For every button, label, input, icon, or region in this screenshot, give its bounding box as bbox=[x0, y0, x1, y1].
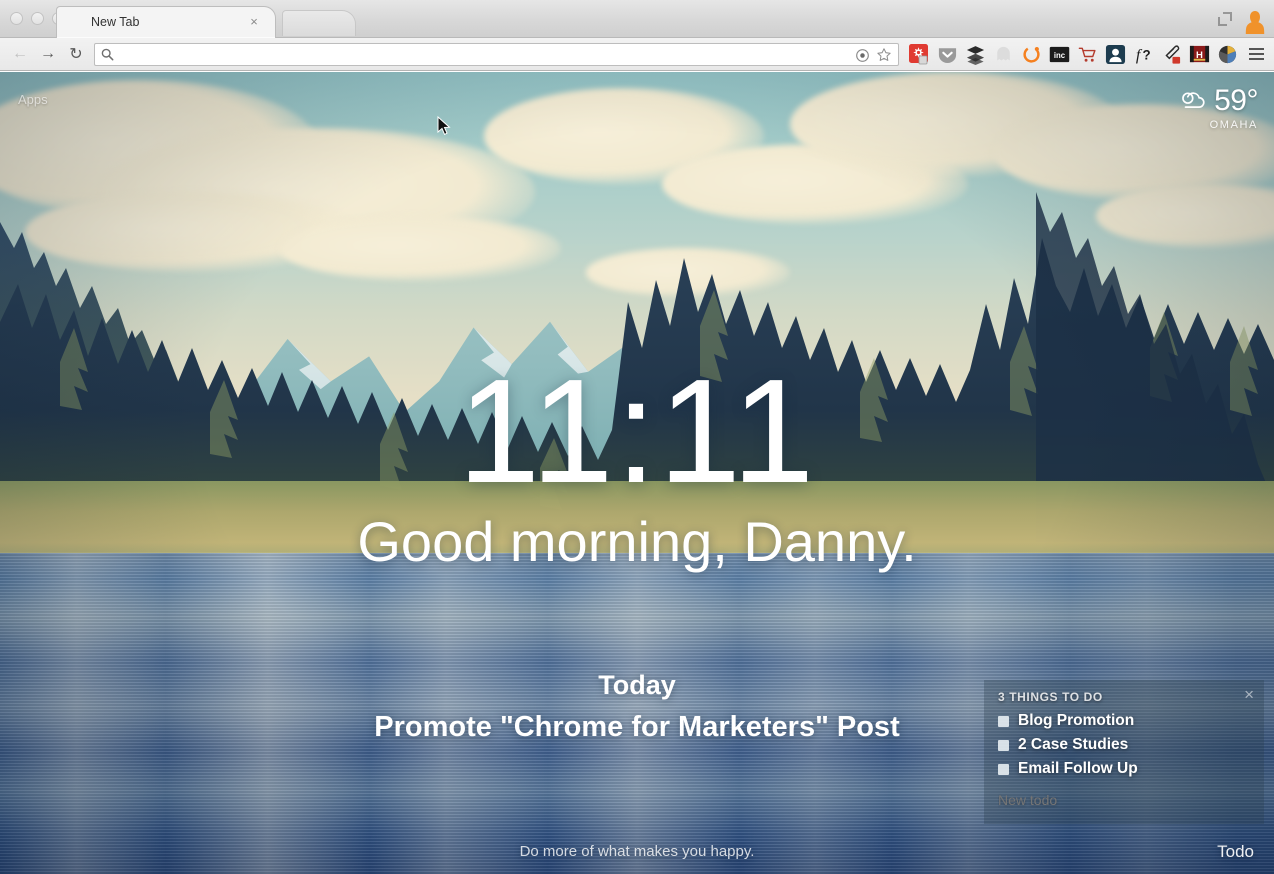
profile-avatar[interactable] bbox=[1242, 4, 1268, 34]
reload-button[interactable]: ↻ bbox=[62, 41, 90, 67]
forward-button[interactable]: → bbox=[34, 41, 62, 67]
todo-item[interactable]: Blog Promotion bbox=[998, 712, 1250, 730]
function-help-extension-icon[interactable]: f ? bbox=[1133, 44, 1154, 65]
clock-time: 11:11 bbox=[457, 349, 817, 514]
todo-panel-close-icon[interactable]: × bbox=[1244, 686, 1254, 703]
svg-text:inc: inc bbox=[1054, 51, 1066, 60]
bookmark-star-icon[interactable] bbox=[876, 47, 892, 63]
todo-item[interactable]: Email Follow Up bbox=[998, 760, 1250, 778]
tab-title: New Tab bbox=[91, 15, 140, 29]
minimize-window-button[interactable] bbox=[31, 12, 44, 25]
hubspot-sprocket-extension-icon[interactable] bbox=[1021, 44, 1042, 65]
todo-checkbox[interactable] bbox=[998, 739, 1009, 751]
tagline-text: Do more of what makes you happy. bbox=[519, 843, 755, 860]
inc-magazine-extension-icon[interactable]: inc bbox=[1049, 44, 1070, 65]
weather-city: OMAHA bbox=[1209, 119, 1258, 131]
apps-shortcut-link[interactable]: Apps bbox=[18, 92, 48, 107]
eyedropper-extension-icon[interactable] bbox=[1161, 44, 1182, 65]
address-bar[interactable] bbox=[94, 42, 899, 67]
evernote-web-clipper-extension-icon[interactable] bbox=[909, 43, 930, 65]
cloud-icon bbox=[1178, 90, 1208, 112]
chrome-menu-button[interactable] bbox=[1244, 42, 1268, 66]
clock-greeting-block: 11:11 Good morning, Danny. bbox=[0, 349, 1274, 574]
todo-item-label: 2 Case Studies bbox=[1018, 736, 1129, 753]
omnibox-input[interactable] bbox=[120, 47, 892, 61]
greeting-text: Good morning, Danny. bbox=[357, 509, 917, 573]
window-right-controls bbox=[1216, 4, 1268, 34]
back-button[interactable]: ← bbox=[6, 41, 34, 67]
shopping-cart-extension-icon[interactable] bbox=[1077, 44, 1098, 65]
todo-panel: 3 THINGS TO DO × Blog Promotion 2 Case S… bbox=[984, 680, 1264, 824]
todo-checkbox[interactable] bbox=[998, 715, 1009, 727]
todo-checkbox[interactable] bbox=[998, 763, 1009, 775]
ghostery-extension-icon[interactable] bbox=[993, 44, 1014, 65]
todo-item-label: Blog Promotion bbox=[1018, 712, 1135, 729]
mouse-cursor bbox=[437, 116, 451, 136]
browser-toolbar: ← → ↻ inc f ? H bbox=[0, 38, 1274, 71]
pocket-extension-icon[interactable] bbox=[937, 44, 958, 65]
close-window-button[interactable] bbox=[10, 12, 23, 25]
extension-toolbar: inc f ? H bbox=[905, 43, 1238, 65]
todo-item[interactable]: 2 Case Studies bbox=[998, 736, 1250, 754]
ntp-overlay: Apps 59° OMAHA 11:11 Good morning, Danny… bbox=[0, 72, 1274, 874]
fullscreen-icon[interactable] bbox=[1216, 10, 1234, 28]
svg-text:?: ? bbox=[1143, 47, 1151, 62]
color-wheel-extension-icon[interactable] bbox=[1217, 44, 1238, 65]
new-tab-button[interactable] bbox=[282, 10, 356, 36]
todo-item-label: Email Follow Up bbox=[1018, 760, 1138, 777]
weather-widget[interactable]: 59° OMAHA bbox=[1178, 84, 1258, 131]
todo-panel-heading: 3 THINGS TO DO bbox=[998, 690, 1103, 704]
weather-temperature: 59° bbox=[1214, 84, 1258, 117]
todo-toggle-link[interactable]: Todo bbox=[1217, 842, 1254, 862]
hubspot-sales-extension-icon[interactable]: H bbox=[1189, 44, 1210, 65]
search-icon bbox=[101, 48, 114, 61]
new-todo-input[interactable] bbox=[998, 792, 1250, 808]
rapportive-extension-icon[interactable] bbox=[1105, 44, 1126, 65]
tab-close-icon[interactable]: × bbox=[247, 15, 261, 29]
browser-tab-new-tab[interactable]: New Tab × bbox=[56, 6, 276, 38]
new-tab-page: Apps 59° OMAHA 11:11 Good morning, Danny… bbox=[0, 72, 1274, 874]
chrome-browser-window: New Tab × ← → ↻ inc f ? H Apps 59° OMAHA… bbox=[0, 0, 1274, 874]
target-icon[interactable] bbox=[855, 48, 870, 63]
omnibox-actions bbox=[855, 44, 898, 67]
buffer-extension-icon[interactable] bbox=[965, 44, 986, 65]
title-bar: New Tab × bbox=[0, 0, 1274, 38]
